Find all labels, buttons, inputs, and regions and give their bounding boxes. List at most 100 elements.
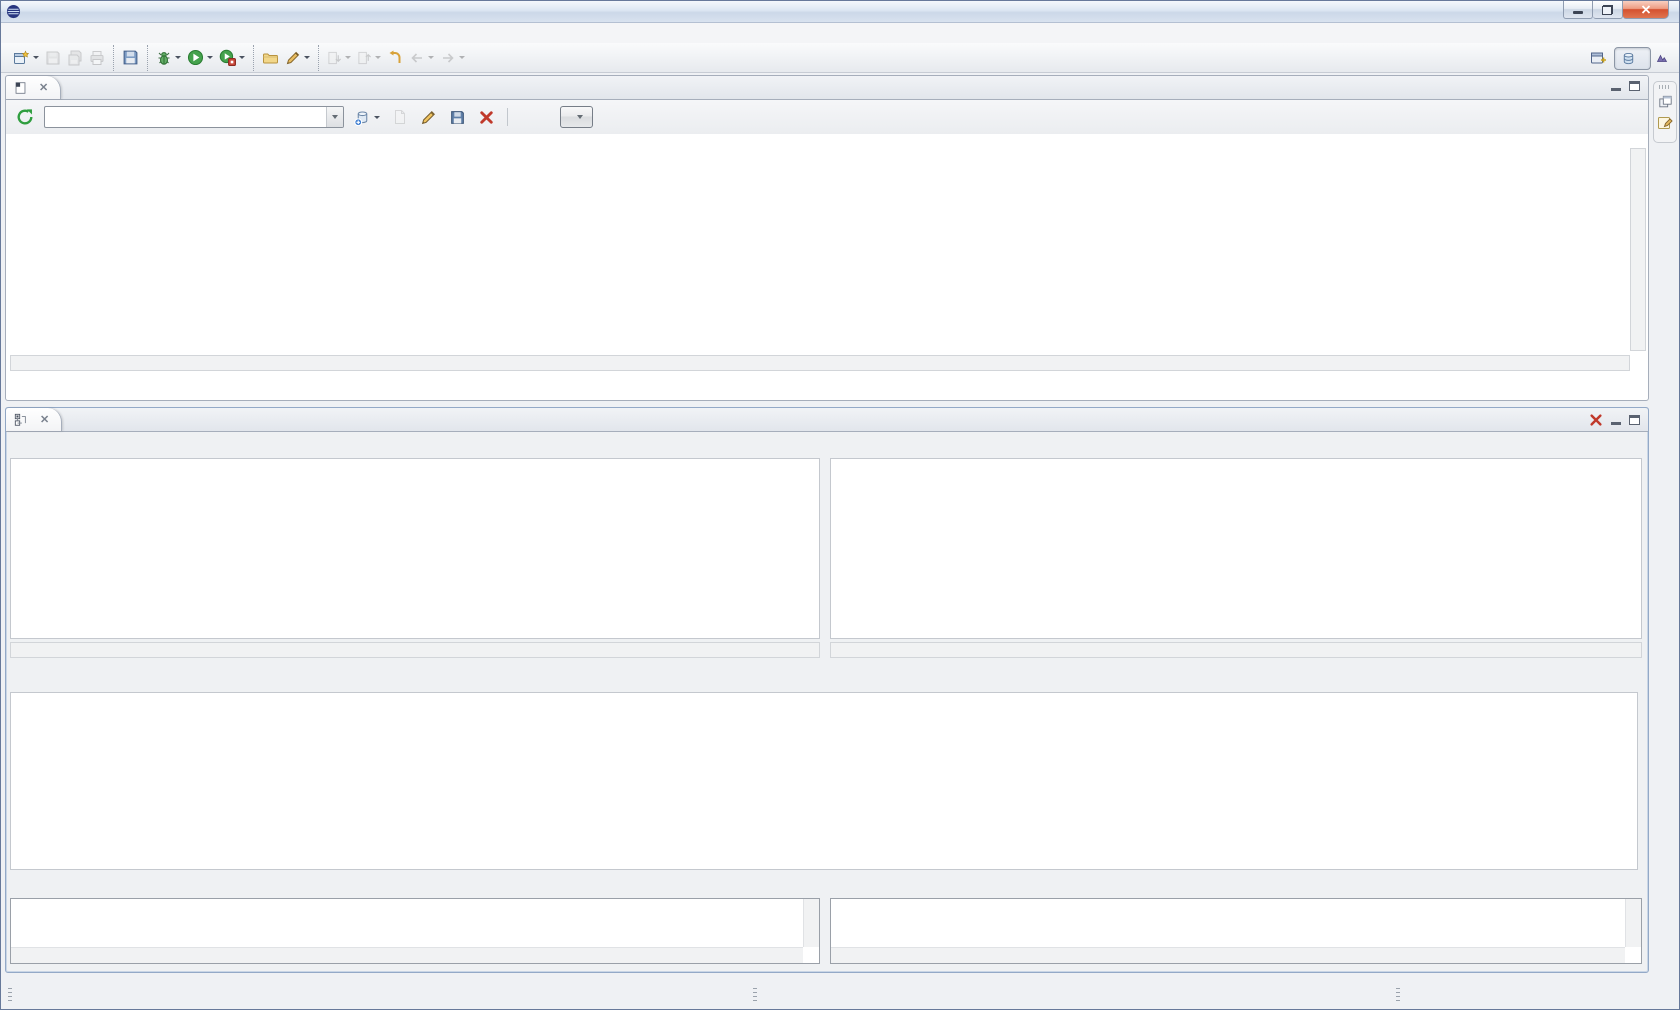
- open-perspective-button[interactable]: [1588, 46, 1609, 70]
- title-bar[interactable]: [1, 1, 1679, 23]
- run-icon: [187, 49, 204, 66]
- restore-button[interactable]: [1593, 1, 1623, 19]
- menu-bar: [1, 23, 1679, 43]
- toolbar-group-run: [147, 45, 253, 71]
- forward-icon: [440, 50, 456, 66]
- eclipse-window: ✕: [0, 0, 1680, 1010]
- dropdown-arrow-icon: [207, 56, 213, 59]
- drag-handle-icon[interactable]: [1659, 85, 1671, 89]
- edit-button[interactable]: [418, 105, 439, 129]
- toolbar-separator: [507, 108, 508, 126]
- compare-view: ✕: [5, 407, 1649, 973]
- fast-view-bar: [1653, 81, 1677, 143]
- selection2-horizontal-scrollbar[interactable]: [830, 642, 1642, 658]
- pencil-icon: [420, 109, 437, 126]
- selection-details-table: [10, 692, 1638, 870]
- tab-close-icon[interactable]: ✕: [40, 413, 49, 426]
- value1-textarea[interactable]: [10, 898, 820, 964]
- new-wizard-icon: [13, 50, 30, 66]
- debug-button[interactable]: [154, 46, 183, 70]
- open-perspective-icon: [1590, 50, 1607, 66]
- dropdown-arrow-icon: [304, 56, 310, 59]
- save-all-icon: [67, 50, 83, 66]
- remove-compare-icon[interactable]: [1589, 413, 1603, 427]
- sql-scrapbook-icon: [285, 50, 301, 66]
- tab-compare-view[interactable]: ✕: [6, 408, 62, 431]
- sql-scrapbook-button[interactable]: [283, 46, 312, 70]
- compare-view-icon: [14, 413, 28, 427]
- minimize-button[interactable]: [1563, 1, 1593, 19]
- results-horizontal-scrollbar[interactable]: [10, 355, 1630, 371]
- debug-icon: [156, 50, 172, 66]
- chevron-down-icon: [577, 115, 583, 119]
- dropdown-arrow-icon: [459, 56, 465, 59]
- forward-button[interactable]: [438, 46, 467, 70]
- perspective-button-database-development[interactable]: [1614, 47, 1651, 70]
- compare-part-buttons: [1589, 413, 1640, 427]
- minimize-part-icon[interactable]: [1611, 422, 1621, 425]
- toolbar-group-open: [253, 45, 318, 71]
- connection-button[interactable]: [560, 106, 593, 128]
- save-all-button[interactable]: [65, 46, 85, 70]
- results-vertical-scrollbar[interactable]: [1630, 148, 1646, 351]
- toolbar-group-navigate: [318, 45, 473, 71]
- dropdown-arrow-icon: [428, 56, 434, 59]
- perspective-bar: [1588, 43, 1675, 73]
- status-trim-separator: [1396, 985, 1400, 1001]
- value1-horizontal-scrollbar[interactable]: [11, 947, 803, 963]
- value1-vertical-scrollbar[interactable]: [803, 899, 819, 947]
- sql-file-icon: [14, 81, 27, 95]
- minimize-part-icon[interactable]: [1611, 88, 1621, 91]
- tab-wlx-cpu-intensive-sqls[interactable]: ✕: [6, 76, 61, 99]
- previous-annotation-icon: [357, 50, 372, 66]
- dropdown-arrow-icon: [345, 56, 351, 59]
- new-file-button[interactable]: [390, 105, 410, 129]
- add-database-button[interactable]: [352, 105, 382, 129]
- editor-tab-bar: ✕: [6, 76, 1648, 100]
- run-sql-icon: [219, 49, 236, 66]
- maximize-part-icon[interactable]: [1629, 81, 1640, 91]
- delete-button[interactable]: [476, 105, 497, 129]
- value2-textarea[interactable]: [830, 898, 1642, 964]
- floppy-disk-icon: [449, 109, 466, 126]
- query-combo[interactable]: [44, 106, 344, 128]
- back-button[interactable]: [407, 46, 436, 70]
- previous-annotation-button[interactable]: [355, 46, 383, 70]
- run-button[interactable]: [185, 46, 215, 70]
- open-folder-button[interactable]: [260, 46, 281, 70]
- print-button[interactable]: [87, 46, 107, 70]
- compare-tab-bar: ✕: [6, 408, 1648, 432]
- selection2-table: [830, 458, 1642, 639]
- value2-vertical-scrollbar[interactable]: [1625, 899, 1641, 947]
- add-database-icon: [354, 109, 371, 126]
- sql-editor-shortcut-icon[interactable]: [1657, 115, 1673, 131]
- tab-close-icon[interactable]: ✕: [39, 81, 48, 94]
- print-icon: [89, 50, 105, 66]
- minimize-icon: [1573, 11, 1583, 14]
- save-as-button[interactable]: [120, 46, 141, 70]
- minimized-perspective-icon[interactable]: [1656, 52, 1668, 65]
- save-as-icon: [122, 49, 139, 66]
- next-annotation-button[interactable]: [325, 46, 353, 70]
- dropdown-arrow-icon: [175, 56, 181, 59]
- selection1-horizontal-scrollbar[interactable]: [10, 642, 820, 658]
- last-edit-location-button[interactable]: [385, 46, 405, 70]
- close-icon: [1641, 5, 1651, 14]
- value2-horizontal-scrollbar[interactable]: [831, 947, 1625, 963]
- delete-x-icon: [478, 109, 495, 126]
- close-button[interactable]: [1623, 1, 1669, 19]
- last-edit-location-icon: [387, 50, 403, 66]
- restore-views-icon[interactable]: [1658, 95, 1673, 109]
- dropdown-arrow-icon: [239, 56, 245, 59]
- status-trim-handle[interactable]: [8, 985, 12, 1001]
- database-perspective-icon: [1621, 51, 1636, 66]
- save-icon: [45, 50, 61, 66]
- save-button[interactable]: [43, 46, 63, 70]
- maximize-part-icon[interactable]: [1629, 415, 1640, 425]
- combo-dropdown-button[interactable]: [326, 107, 343, 127]
- new-wizard-button[interactable]: [11, 46, 41, 70]
- save-result-button[interactable]: [447, 105, 468, 129]
- dropdown-arrow-icon: [374, 116, 380, 119]
- run-sql-button[interactable]: [217, 46, 247, 70]
- refresh-button[interactable]: [14, 105, 36, 129]
